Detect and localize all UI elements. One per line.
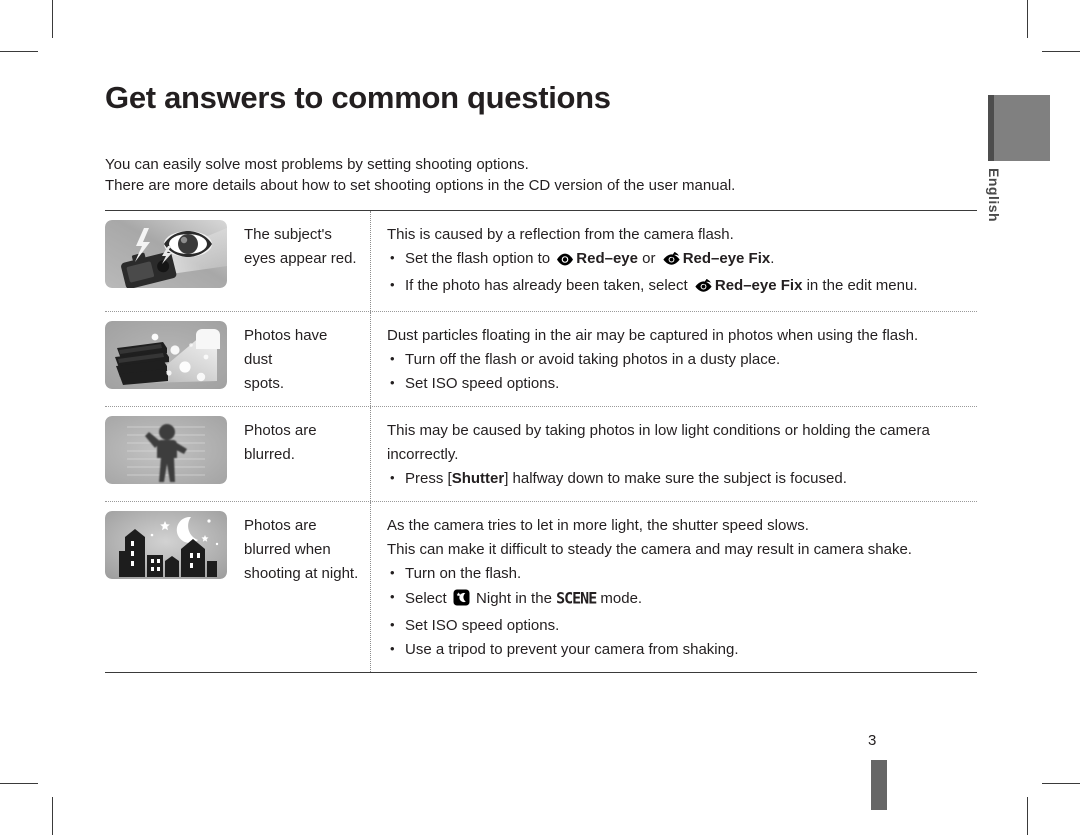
- solution-intro: This is caused by a reflection from the …: [387, 226, 734, 243]
- footer-marker-bar: [871, 760, 887, 810]
- symptom-illustration-cell: [105, 211, 238, 311]
- symptom-text-cell: The subject's eyes appear red.: [238, 211, 370, 311]
- symptom-illustration-cell: [105, 312, 238, 406]
- solution-intro: Dust particles floating in the air may b…: [387, 327, 919, 344]
- solution-bullet: Press [Shutter] halfway down to make sur…: [387, 466, 977, 491]
- language-tab-marker: [988, 95, 1050, 161]
- solution-bullet: Set the flash option to Red–eye or Red–e…: [387, 246, 977, 274]
- scene-mode-label: SCENE: [556, 588, 597, 608]
- crop-mark-bottom-right-horizontal: [1042, 783, 1080, 784]
- solution-cell: As the camera tries to let in more light…: [370, 502, 977, 672]
- symptom-line: dust: [244, 351, 273, 368]
- intro-paragraph: You can easily solve most problems by se…: [105, 154, 977, 196]
- solution-bullet-list: Set the flash option to Red–eye or Red–e…: [387, 246, 977, 301]
- table-row: Photos have dust spots. Dust particles floa…: [105, 312, 977, 407]
- crop-mark-top-left-horizontal: [0, 51, 38, 52]
- intro-line-2: There are more details about how to set …: [105, 177, 736, 194]
- red-eye-fix-icon: [662, 250, 681, 274]
- table-row: Photos are blurred when shooting at night.…: [105, 502, 977, 672]
- symptom-line: eyes appear red.: [244, 250, 357, 267]
- page-content: Get answers to common questions You can …: [105, 80, 977, 673]
- table-row: Photos are blurred. This may be caused by …: [105, 407, 977, 502]
- crop-mark-bottom-left-horizontal: [0, 783, 38, 784]
- symptom-line: spots.: [244, 375, 285, 392]
- crop-mark-bottom-left-vertical: [52, 797, 53, 835]
- language-tab-label: English: [986, 168, 1002, 223]
- emphasis-text: Red–eye Fix: [682, 250, 771, 267]
- solution-bullet-list: Press [Shutter] halfway down to make sur…: [387, 466, 977, 491]
- solution-bullet-list: Turn off the flash or avoid taking photo…: [387, 347, 977, 396]
- symptom-line: blurred when: [244, 541, 331, 558]
- symptom-text-cell: Photos are blurred.: [238, 407, 370, 501]
- symptom-illustration-cell: [105, 407, 238, 501]
- intro-line-1: You can easily solve most problems by se…: [105, 156, 529, 173]
- table-row: The subject's eyes appear red. This is cau…: [105, 211, 977, 312]
- solution-bullet-list: Turn on the flash.Select Night in the SC…: [387, 561, 977, 662]
- dust-books-flash-thumbnail: [105, 321, 227, 389]
- solution-bullet: Use a tripod to prevent your camera from…: [387, 637, 977, 662]
- red-eye-fix-icon: [694, 277, 713, 301]
- solution-bullet: Turn off the flash or avoid taking photo…: [387, 347, 977, 372]
- red-eye-camera-thumbnail: [105, 220, 227, 288]
- solution-bullet: Select Night in the SCENE mode.: [387, 585, 977, 614]
- crop-mark-top-right-horizontal: [1042, 51, 1080, 52]
- symptom-line: Photos are: [244, 517, 317, 534]
- symptom-line: blurred.: [244, 446, 295, 463]
- blurred-person-thumbnail: [105, 416, 227, 484]
- solution-bullet: Set ISO speed options.: [387, 613, 977, 638]
- solution-intro: As the camera tries to let in more light…: [387, 517, 809, 534]
- solution-cell: This is caused by a reflection from the …: [370, 211, 977, 311]
- solution-bullet: Turn on the flash.: [387, 561, 977, 586]
- solution-cell: This may be caused by taking photos in l…: [370, 407, 977, 501]
- solution-cell: Dust particles floating in the air may b…: [370, 312, 977, 406]
- crop-mark-top-right-vertical: [1027, 0, 1028, 38]
- symptom-line: Photos are: [244, 422, 317, 439]
- solution-intro: This may be caused by taking photos in l…: [387, 422, 930, 463]
- symptom-text-cell: Photos have dust spots.: [238, 312, 370, 406]
- emphasis-text: Red–eye Fix: [714, 277, 803, 294]
- solution-bullet: Set ISO speed options.: [387, 371, 977, 396]
- troubleshooting-table: The subject's eyes appear red. This is cau…: [105, 210, 977, 673]
- symptom-line: Photos have: [244, 327, 328, 344]
- red-eye-icon: [556, 250, 574, 274]
- night-cityscape-thumbnail: [105, 511, 227, 579]
- crop-mark-bottom-right-vertical: [1027, 797, 1028, 835]
- crop-mark-top-left-vertical: [52, 0, 53, 38]
- symptom-line: The subject's: [244, 226, 332, 243]
- symptom-line: shooting at night.: [244, 565, 359, 582]
- night-mode-icon: [453, 589, 470, 614]
- page-number: 3: [868, 732, 877, 749]
- emphasis-text: Red–eye: [576, 250, 638, 267]
- page-title: Get answers to common questions: [105, 80, 611, 115]
- solution-intro-second: This can make it difficult to steady the…: [387, 541, 912, 558]
- symptom-illustration-cell: [105, 502, 238, 672]
- solution-bullet: If the photo has already been taken, sel…: [387, 273, 977, 301]
- emphasis-text: Shutter: [451, 470, 505, 487]
- symptom-text-cell: Photos are blurred when shooting at night.: [238, 502, 370, 672]
